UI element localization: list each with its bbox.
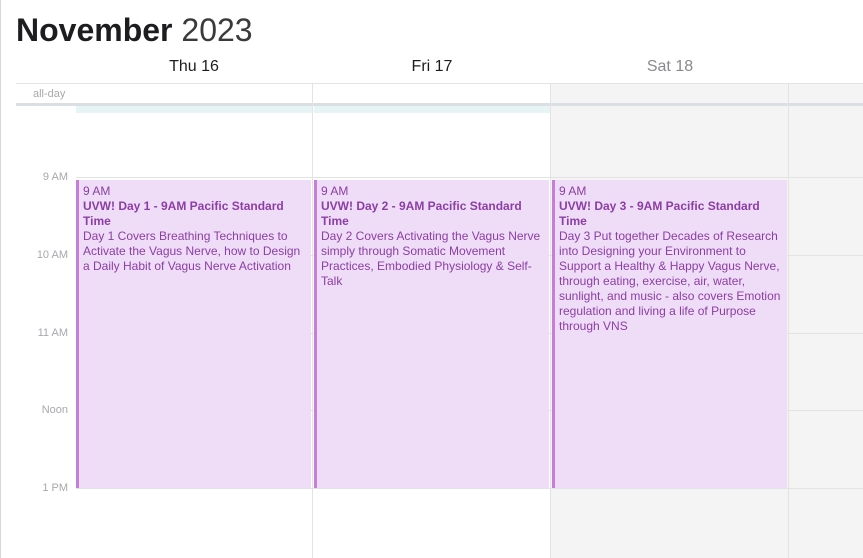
event-description: Day 1 Covers Breathing Techniques to Act…	[83, 229, 301, 273]
early-hours-tint-fri	[314, 106, 550, 113]
window-edge	[0, 0, 1, 558]
day-header-sat[interactable]: Sat 18	[551, 56, 789, 78]
hour-gridline-9am	[76, 177, 863, 178]
time-label-11am: 11 AM	[37, 327, 68, 339]
day-separator	[312, 84, 313, 558]
day-header-thu[interactable]: Thu 16	[75, 56, 313, 78]
hour-gridline-1pm	[76, 488, 863, 489]
all-day-label: all-day	[33, 88, 66, 100]
day-separator	[788, 84, 789, 558]
early-hours-tint-thu	[76, 106, 312, 113]
day-header-fri[interactable]: Fri 17	[313, 56, 551, 78]
time-label-1pm: 1 PM	[42, 482, 68, 494]
event-uvw-day-1[interactable]: 9 AM UVW! Day 1 - 9AM Pacific Standard T…	[76, 180, 311, 488]
event-description: Day 3 Put together Decades of Research i…	[559, 229, 781, 333]
time-label-10am: 10 AM	[36, 249, 68, 261]
month-label: November	[16, 12, 173, 48]
event-time: 9 AM	[559, 184, 587, 198]
day-separator	[550, 84, 551, 558]
page-title: November 2023	[16, 10, 253, 50]
time-label-9am: 9 AM	[42, 171, 68, 183]
event-uvw-day-2[interactable]: 9 AM UVW! Day 2 - 9AM Pacific Standard T…	[314, 180, 549, 488]
event-description: Day 2 Covers Activating the Vagus Nerve …	[321, 229, 541, 288]
event-uvw-day-3[interactable]: 9 AM UVW! Day 3 - 9AM Pacific Standard T…	[552, 180, 787, 488]
event-title: UVW! Day 1 - 9AM Pacific Standard Time	[83, 199, 284, 228]
event-time: 9 AM	[83, 184, 111, 198]
event-time: 9 AM	[321, 184, 349, 198]
event-title: UVW! Day 3 - 9AM Pacific Standard Time	[559, 199, 760, 228]
header-divider	[16, 83, 863, 84]
event-title: UVW! Day 2 - 9AM Pacific Standard Time	[321, 199, 522, 228]
time-label-noon: Noon	[41, 404, 68, 416]
year-label: 2023	[181, 12, 253, 48]
